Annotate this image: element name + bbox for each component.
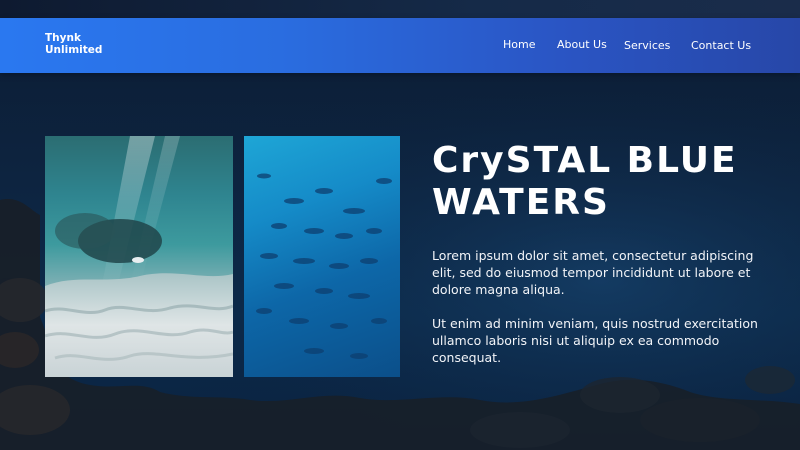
- nav-services[interactable]: Services: [624, 39, 670, 52]
- brand-line2: Unlimited: [45, 44, 103, 56]
- navbar: Thynk Unlimited Home About Us Services C…: [0, 18, 800, 73]
- seabed-illustration: [45, 136, 233, 377]
- page: Thynk Unlimited Home About Us Services C…: [0, 0, 800, 450]
- hero-paragraph-2: Ut enim ad minim veniam, quis nostrud ex…: [432, 316, 758, 365]
- school-of-fish-image: [244, 136, 400, 377]
- underwater-seabed-image: [45, 136, 233, 377]
- hero-title: CrySTAL BLUE WATERS: [432, 140, 772, 224]
- brand-logo[interactable]: Thynk Unlimited: [45, 32, 125, 56]
- nav-home[interactable]: Home: [503, 38, 535, 51]
- hero-title-line2: WATERS: [432, 182, 610, 223]
- nav-contact-us[interactable]: Contact Us: [691, 39, 751, 52]
- brand-line1: Thynk: [45, 32, 81, 44]
- hero-title-line1: CrySTAL BLUE: [432, 140, 738, 181]
- hero-paragraph-1: Lorem ipsum dolor sit amet, consectetur …: [432, 248, 754, 297]
- nav-about-us[interactable]: About Us: [557, 38, 607, 51]
- fish-school-illustration: [256, 173, 392, 359]
